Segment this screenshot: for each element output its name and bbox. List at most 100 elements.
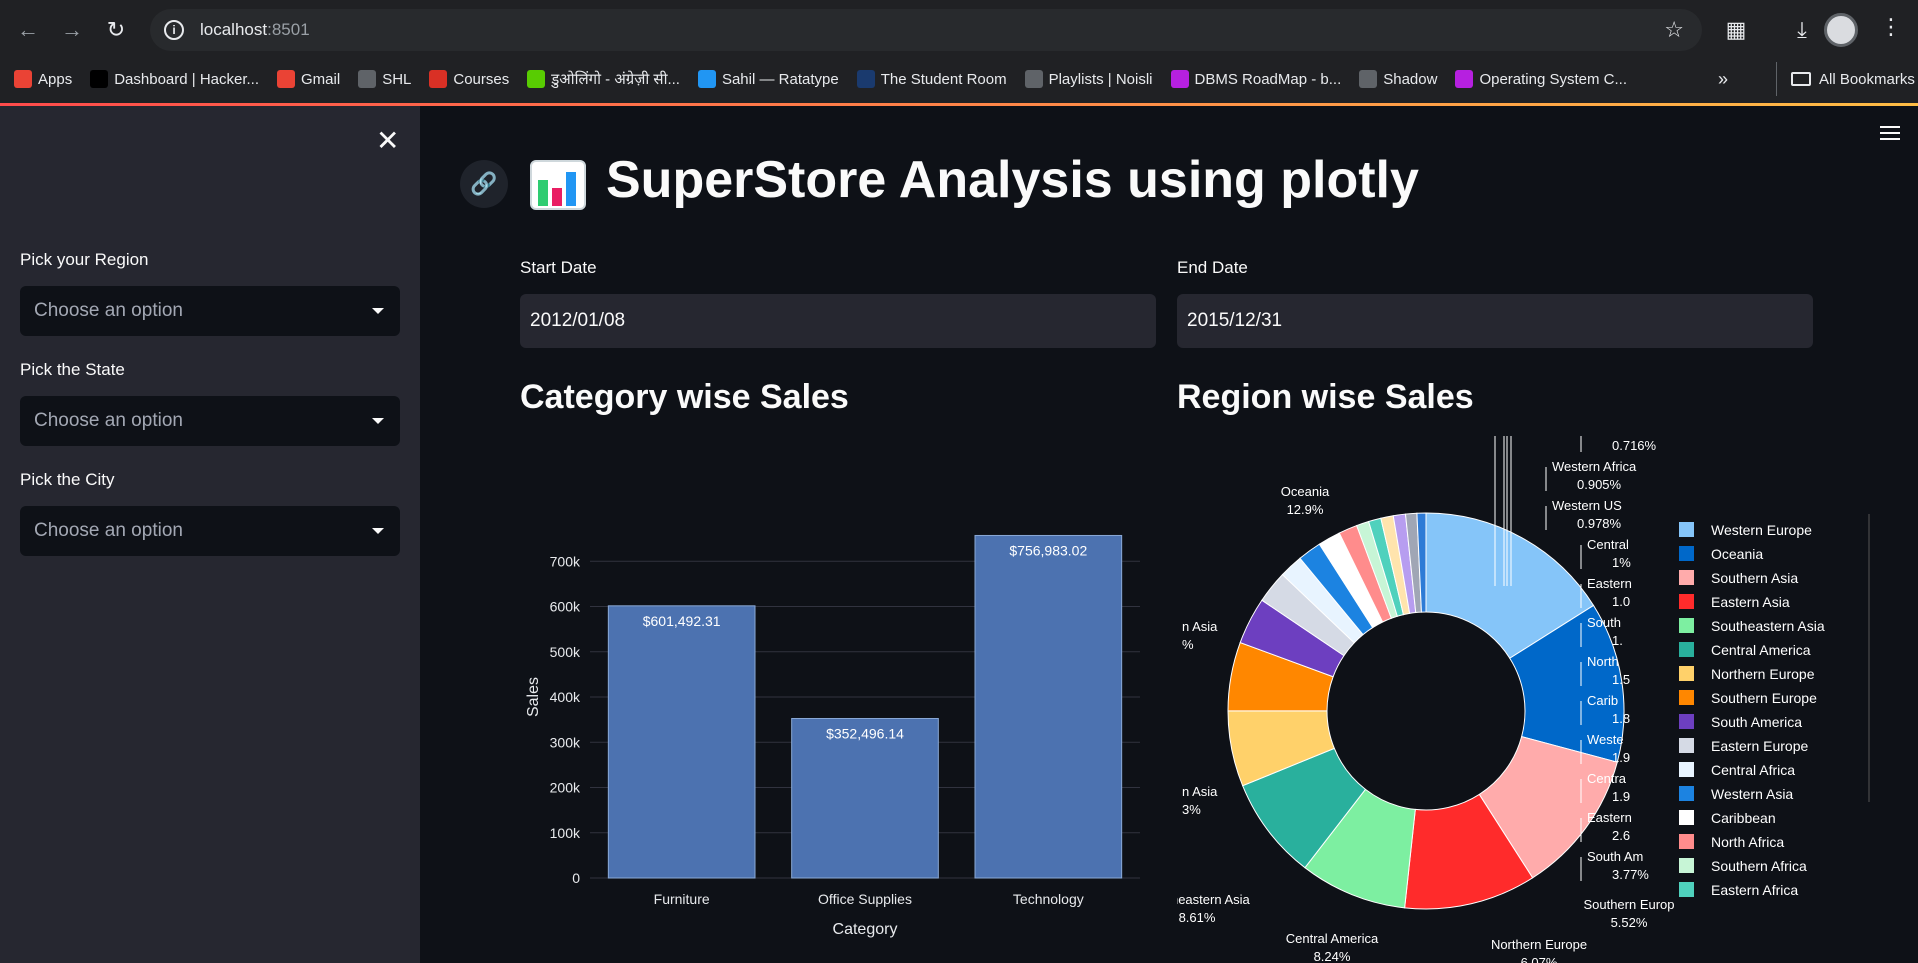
legend-label[interactable]: Southeastern Asia — [1711, 618, 1825, 634]
forward-button[interactable]: → — [50, 8, 94, 52]
url-text[interactable]: localhost:8501 — [200, 20, 310, 40]
legend-label[interactable]: South America — [1711, 714, 1802, 730]
browser-menu-icon[interactable]: ⋮ — [1880, 14, 1902, 40]
legend-label[interactable]: Central America — [1711, 642, 1811, 658]
city-select[interactable]: Choose an option — [20, 506, 400, 556]
slice-label-pct: 8.24% — [1314, 949, 1351, 963]
bookmark-item[interactable]: Apps — [14, 70, 72, 88]
region-sales-title: Region wise Sales — [1177, 378, 1474, 416]
x-axis-label: Category — [833, 921, 898, 938]
state-select[interactable]: Choose an option — [20, 396, 400, 446]
profile-avatar[interactable] — [1824, 13, 1858, 47]
bookmark-item[interactable]: Gmail — [277, 70, 340, 88]
main-menu-icon[interactable] — [1880, 126, 1900, 142]
bar[interactable] — [791, 717, 939, 879]
legend-swatch[interactable] — [1679, 690, 1694, 705]
legend-label[interactable]: Oceania — [1711, 546, 1763, 562]
slice-label-pct: 1.5 — [1612, 672, 1630, 687]
legend-swatch[interactable] — [1679, 594, 1694, 609]
bookmark-item[interactable]: The Student Room — [856, 70, 1007, 88]
legend-swatch[interactable] — [1679, 834, 1694, 849]
legend-swatch[interactable] — [1679, 570, 1694, 585]
bookmark-label: Courses — [453, 70, 510, 88]
slice-label-pct: 0.905% — [1577, 477, 1622, 492]
bookmarks-bar: Apps Dashboard | Hacker... Gmail SHL Courses… — [0, 62, 1918, 96]
bar-data-label: $352,496.14 — [826, 725, 904, 741]
slice-label-pct: 1% — [1612, 555, 1631, 570]
bar-data-label: $756,983.02 — [1009, 542, 1087, 558]
bookmark-label: Shadow — [1383, 70, 1438, 88]
legend-label[interactable]: Southern Africa — [1711, 858, 1807, 874]
extensions-icon[interactable]: ▦ — [1716, 10, 1756, 50]
legend-swatch[interactable] — [1679, 666, 1694, 681]
reload-button[interactable]: ↻ — [94, 8, 138, 52]
back-button[interactable]: ← — [6, 8, 50, 52]
legend-swatch[interactable] — [1679, 786, 1694, 801]
legend-swatch[interactable] — [1679, 738, 1694, 753]
close-sidebar-icon[interactable]: ✕ — [376, 124, 399, 157]
legend-label[interactable]: Northern Europe — [1711, 666, 1815, 682]
download-icon[interactable]: ⤓ — [1782, 10, 1822, 50]
slice-label-pct: 1.0 — [1612, 594, 1630, 609]
bookmark-label: Dashboard | Hacker... — [114, 70, 260, 88]
legend-swatch[interactable] — [1679, 810, 1694, 825]
legend-label[interactable]: Eastern Africa — [1711, 882, 1798, 898]
legend-label[interactable]: Eastern Europe — [1711, 738, 1808, 754]
globe-icon — [1359, 70, 1378, 88]
start-date-label: Start Date — [520, 258, 597, 277]
bookmark-item[interactable]: Courses — [429, 70, 509, 88]
bookmark-label: DBMS RoadMap - b... — [1194, 70, 1342, 88]
legend-swatch[interactable] — [1679, 858, 1694, 873]
slice-label-pct: 3.77% — [1612, 867, 1649, 882]
end-date-input[interactable]: 2015/12/31 — [1177, 294, 1813, 348]
bookmark-item[interactable]: Shadow — [1359, 70, 1437, 88]
site-info-icon[interactable]: i — [164, 20, 184, 40]
legend-label[interactable]: Southern Europe — [1711, 690, 1817, 706]
legend-swatch[interactable] — [1679, 642, 1694, 657]
shl-icon — [358, 70, 377, 88]
all-bookmarks-button[interactable]: All Bookmarks — [1776, 62, 1915, 96]
main-content: 🔗 SuperStore Analysis using plotly Start… — [420, 106, 1918, 963]
bookmarks-overflow-icon[interactable]: » — [1718, 62, 1728, 96]
bookmark-item[interactable]: Sahil — Ratatype — [697, 70, 839, 88]
legend-label[interactable]: Eastern Asia — [1711, 594, 1790, 610]
region-select[interactable]: Choose an option — [20, 286, 400, 336]
end-date-value: 2015/12/31 — [1187, 310, 1283, 331]
legend-label[interactable]: North Africa — [1711, 834, 1784, 850]
apps-grid-icon — [14, 70, 32, 88]
legend-label[interactable]: Western Europe — [1711, 522, 1812, 538]
globe-icon — [1024, 70, 1043, 88]
bookmark-item[interactable]: SHL — [358, 70, 411, 88]
bookmark-star-icon[interactable]: ☆ — [1664, 17, 1684, 43]
bar[interactable] — [974, 534, 1123, 879]
start-date-input[interactable]: 2012/01/08 — [520, 294, 1156, 348]
bookmark-item[interactable]: Playlists | Noisli — [1024, 70, 1153, 88]
legend-swatch[interactable] — [1679, 546, 1694, 561]
legend-swatch[interactable] — [1679, 762, 1694, 777]
y-tick-label: 300k — [550, 734, 581, 750]
bookmark-label: The Student Room — [880, 70, 1007, 88]
legend-swatch[interactable] — [1679, 714, 1694, 729]
chevron-down-icon — [372, 418, 384, 424]
sidebar: ✕ Pick your Region Choose an option Pick… — [0, 106, 420, 963]
legend-label[interactable]: Western Asia — [1711, 786, 1793, 802]
slice-label-name: Western Africa — [1552, 459, 1637, 474]
bookmark-item[interactable]: डुओलिंगो - अंग्रेज़ी सी... — [527, 69, 680, 89]
legend-swatch[interactable] — [1679, 882, 1694, 897]
legend-swatch[interactable] — [1679, 618, 1694, 633]
start-date-value: 2012/01/08 — [530, 310, 626, 331]
anchor-link-icon[interactable]: 🔗 — [460, 160, 508, 208]
legend-label[interactable]: Caribbean — [1711, 810, 1776, 826]
bookmark-item[interactable]: DBMS RoadMap - b... — [1170, 70, 1342, 88]
slice-label-name: Eastern — [1587, 576, 1632, 591]
slice-label-name: Central — [1587, 537, 1629, 552]
bookmark-item[interactable]: Dashboard | Hacker... — [90, 70, 259, 88]
legend-label[interactable]: Central Africa — [1711, 762, 1795, 778]
legend-label[interactable]: Southern Asia — [1711, 570, 1798, 586]
bar-data-label: $601,492.31 — [643, 613, 721, 629]
legend-swatch[interactable] — [1679, 522, 1694, 537]
slice-label-name: Southern Europ — [1583, 897, 1674, 912]
bookmark-item[interactable]: Operating System C... — [1455, 70, 1627, 88]
bar[interactable] — [607, 605, 756, 879]
address-bar[interactable]: i localhost:8501 ☆ — [150, 9, 1702, 51]
